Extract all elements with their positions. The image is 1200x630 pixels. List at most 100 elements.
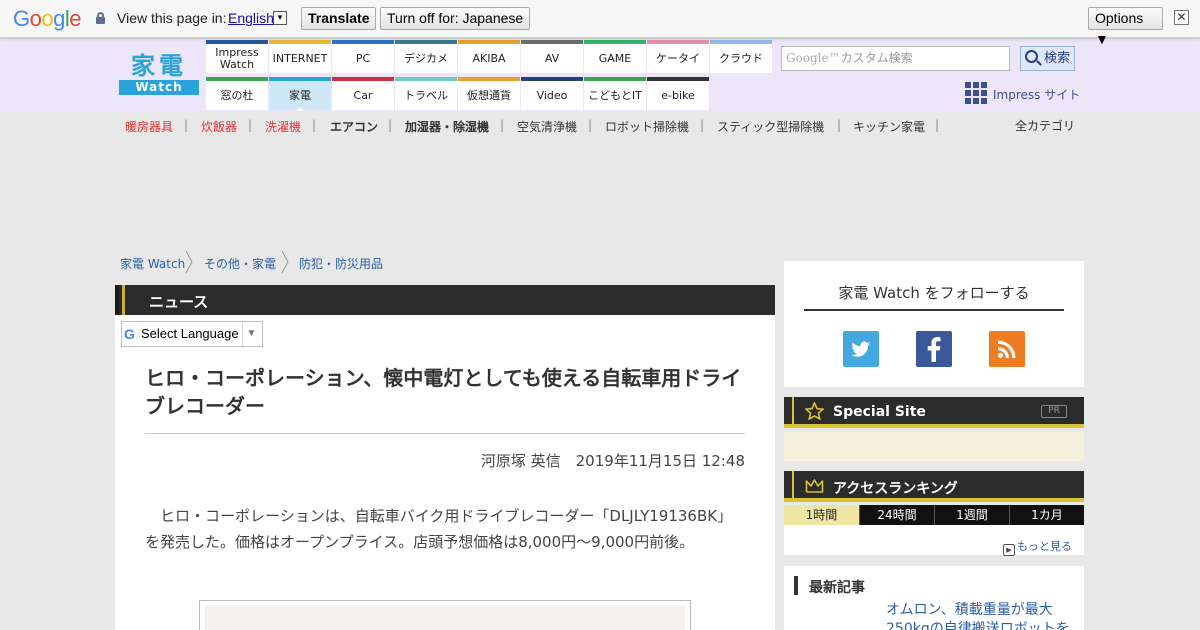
special-site-title: Special Site <box>833 404 926 420</box>
nav-bottom-item[interactable]: こどもとIT <box>584 77 646 110</box>
breadcrumb-subcategory[interactable]: 防犯・防災用品 <box>299 255 383 272</box>
category-separator: | <box>837 118 842 132</box>
nav-top-item[interactable]: PC <box>332 40 394 73</box>
ranking-header: アクセスランキング <box>784 471 1084 502</box>
category-separator: | <box>388 118 393 132</box>
nav-item-label: 窓の杜 <box>220 88 254 102</box>
translate-bar: Google View this page in: English ▾ Tran… <box>0 0 1200 47</box>
article-byline: 河原塚 英信 2019年11月15日 12:48 <box>480 452 745 470</box>
nav-item-active[interactable]: 家電 <box>269 77 331 111</box>
latest-articles-box: 最新記事 オムロン、積載重量が最大250kgの自律搬送ロボットを <box>784 566 1084 630</box>
lock-icon <box>96 12 105 24</box>
close-icon[interactable]: ✕ <box>1174 10 1189 25</box>
rss-icon[interactable] <box>989 331 1025 367</box>
nav-item-label: Video <box>536 88 568 102</box>
category-link[interactable]: 空気清浄機 <box>517 118 577 135</box>
category-link[interactable]: ロボット掃除機 <box>605 118 689 135</box>
google-g-icon: G <box>124 326 135 342</box>
nav-bottom-item[interactable]: 窓の杜 <box>206 77 268 110</box>
more-label: もっと見る <box>1017 540 1072 553</box>
category-link[interactable]: キッチン家電 <box>853 118 925 135</box>
tab-1hour[interactable]: 1時間 <box>784 505 859 525</box>
options-button[interactable]: Options ▼ <box>1088 7 1163 47</box>
article-photo[interactable] <box>199 600 691 630</box>
category-link[interactable]: 暖房器具 <box>125 118 173 135</box>
grid-icon[interactable] <box>965 82 987 104</box>
search-icon <box>1025 50 1038 63</box>
category-separator: | <box>700 118 705 132</box>
crown-icon <box>805 479 824 493</box>
nav-top-item[interactable]: AV <box>521 40 583 73</box>
logo-word: Watch <box>119 80 199 95</box>
turn-off-button[interactable]: Turn off for: Japanese <box>380 7 531 30</box>
nav-top-item[interactable]: AKIBA <box>458 40 520 73</box>
nav-item-label: デジカメ <box>404 51 448 65</box>
special-site-header: Special Site PR <box>784 397 1084 428</box>
search-button-label: 検索 <box>1044 51 1071 66</box>
tab-1month[interactable]: 1カ月 <box>1009 505 1084 525</box>
twitter-icon[interactable] <box>843 331 879 367</box>
impress-site-link[interactable]: Impress サイト <box>993 86 1080 103</box>
google-logo: Google <box>13 6 82 31</box>
all-categories-link[interactable]: 全カテゴリ <box>1015 117 1075 134</box>
nav-bottom-item[interactable]: Video <box>521 77 583 110</box>
nav-bottom-item[interactable]: トラベル <box>395 77 457 110</box>
star-icon <box>805 402 824 420</box>
article-lead: ヒロ・コーポレーションは、自転車バイク用ドライブレコーダー「DLJLY19136… <box>145 507 733 551</box>
latest-article-link[interactable]: オムロン、積載重量が最大250kgの自律搬送ロボットを <box>886 601 1071 630</box>
chevron-right-icon <box>185 250 193 274</box>
tab-1week[interactable]: 1週間 <box>934 505 1009 525</box>
language-dropdown-icon[interactable]: ▾ <box>273 11 287 25</box>
language-select[interactable]: English <box>228 10 274 26</box>
nav-item-label: 仮想通貨 <box>467 88 511 102</box>
nav-top-item[interactable]: GAME <box>584 40 646 73</box>
section-title: ニュース <box>149 293 209 311</box>
category-link[interactable]: スティック型掃除機 <box>717 118 824 135</box>
chevron-down-icon: ▼ <box>242 322 260 346</box>
tab-24hours[interactable]: 24時間 <box>859 505 934 525</box>
select-language-label: Select Language <box>141 326 239 341</box>
search-brand: Google™ <box>786 51 841 65</box>
site-logo[interactable]: 家電 Watch <box>119 52 199 96</box>
nav-item-label: PC <box>355 51 371 65</box>
nav-bottom-item[interactable]: e-bike <box>647 77 709 110</box>
search-placeholder: カスタム検索 <box>840 51 913 65</box>
more-link[interactable]: ▶ もっと見る <box>1003 538 1072 556</box>
nav-item-label: Impress Watch <box>215 45 259 71</box>
ranking-title: アクセスランキング <box>833 481 958 497</box>
nav-item-label: ケータイ <box>656 51 700 65</box>
category-link[interactable]: エアコン <box>330 118 378 135</box>
nav-item-label: e-bike <box>661 88 695 102</box>
play-icon: ▶ <box>1003 544 1015 556</box>
nav-top-item[interactable]: ケータイ <box>647 40 709 73</box>
nav-top-item[interactable]: デジカメ <box>395 40 457 73</box>
search-button[interactable]: 検索 <box>1020 46 1075 71</box>
nav-item-label: こどもとIT <box>588 88 642 102</box>
nav-item-label: GAME <box>598 51 632 65</box>
category-link[interactable]: 洗濯機 <box>265 118 301 135</box>
nav-item-label: クラウド <box>719 51 763 65</box>
breadcrumb-home[interactable]: 家電 Watch <box>120 255 185 272</box>
nav-top-item[interactable]: クラウド <box>710 40 772 73</box>
nav-top-item[interactable]: Impress Watch <box>206 40 268 73</box>
translate-button[interactable]: Translate <box>301 7 377 30</box>
category-link[interactable]: 加湿器・除湿機 <box>405 118 489 135</box>
category-separator: | <box>588 118 593 132</box>
latest-title: 最新記事 <box>809 580 865 596</box>
category-separator: | <box>312 118 317 132</box>
select-language-dropdown[interactable]: G Select Language ▼ <box>121 321 263 347</box>
ranking-tabs: 1時間 24時間 1週間 1カ月 <box>784 505 1084 525</box>
category-link[interactable]: 炊飯器 <box>201 118 237 135</box>
nav-item-label: 家電 <box>289 88 311 102</box>
category-separator: | <box>500 118 505 132</box>
nav-item-label: Car <box>353 88 373 102</box>
facebook-icon[interactable] <box>916 331 952 367</box>
nav-item-label: AV <box>544 51 560 65</box>
breadcrumb-category[interactable]: その他・家電 <box>204 255 276 272</box>
pr-badge: PR <box>1041 405 1067 418</box>
nav-bottom-item[interactable]: 仮想通貨 <box>458 77 520 110</box>
search-input[interactable]: Google™カスタム検索 <box>781 46 1010 71</box>
divider <box>145 433 745 434</box>
nav-top-item[interactable]: INTERNET <box>269 40 331 73</box>
nav-bottom-item[interactable]: Car <box>332 77 394 110</box>
